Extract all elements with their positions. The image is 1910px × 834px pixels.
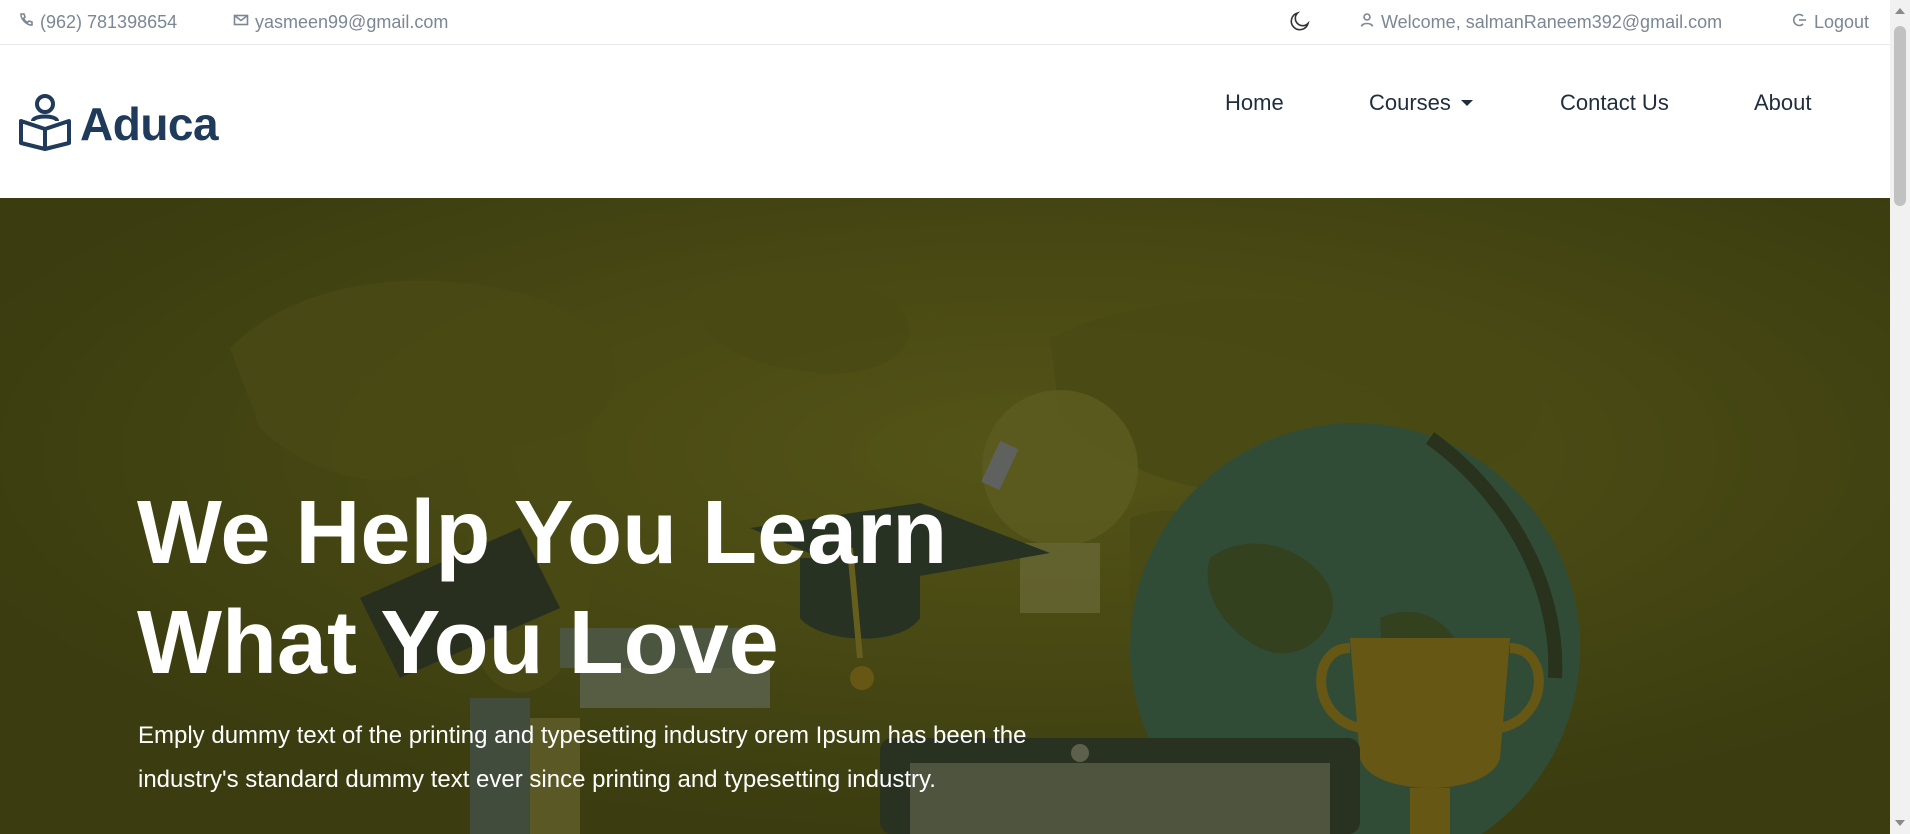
user-icon [1359, 12, 1375, 33]
scrollbar-thumb[interactable] [1894, 26, 1906, 206]
nav-contact[interactable]: Contact Us [1560, 90, 1669, 116]
email-contact[interactable]: yasmeen99@gmail.com [233, 12, 448, 33]
nav-about-label: About [1754, 90, 1812, 115]
nav-home-label: Home [1225, 90, 1284, 115]
reader-book-icon [16, 91, 76, 156]
nav-courses-label: Courses [1369, 90, 1451, 115]
phone-icon [18, 12, 34, 33]
scroll-up-arrow-icon[interactable] [1895, 8, 1905, 14]
logout-link[interactable]: Logout [1792, 12, 1869, 33]
chevron-down-icon [1460, 100, 1473, 106]
hero-subtitle-line-2: industry's standard dummy text ever sinc… [138, 766, 936, 793]
logout-label: Logout [1814, 12, 1870, 32]
nav-courses-dropdown[interactable]: Courses [1369, 90, 1473, 116]
nav-contact-label: Contact Us [1560, 90, 1669, 115]
mail-icon [233, 12, 249, 33]
page-scrollbar[interactable] [1890, 0, 1910, 834]
moon-icon [1288, 9, 1312, 38]
nav-home[interactable]: Home [1225, 90, 1284, 116]
hero-subtitle-line-1: Emply dummy text of the printing and typ… [138, 722, 1027, 749]
logout-icon [1792, 12, 1808, 33]
phone-contact[interactable]: (962) 781398654 [18, 12, 177, 33]
hero-title-line-1: We Help You Learn [137, 483, 948, 583]
welcome-user[interactable]: Welcome, salmanRaneem392@gmail.com [1359, 12, 1722, 33]
main-navbar: Aduca Home Courses Contact Us About [0, 45, 1890, 198]
scroll-down-arrow-icon[interactable] [1895, 820, 1905, 826]
email-address: yasmeen99@gmail.com [255, 12, 449, 32]
hero-subtitle: Emply dummy text of the printing and typ… [138, 714, 1098, 802]
phone-number: (962) 781398654 [40, 12, 178, 32]
hero-title-line-2: What You Love [137, 593, 779, 693]
hero-section: We Help You Learn What You Love Emply du… [0, 198, 1890, 834]
brand-name: Aduca [80, 97, 219, 150]
welcome-text: Welcome, salmanRaneem392@gmail.com [1381, 12, 1723, 32]
top-info-bar: (962) 781398654 yasmeen99@gmail.com Welc… [0, 0, 1890, 45]
theme-toggle-button[interactable] [1288, 9, 1312, 38]
brand-logo[interactable]: Aduca [16, 91, 219, 156]
nav-about[interactable]: About [1754, 90, 1812, 116]
hero-title: We Help You Learn What You Love [137, 478, 1137, 698]
